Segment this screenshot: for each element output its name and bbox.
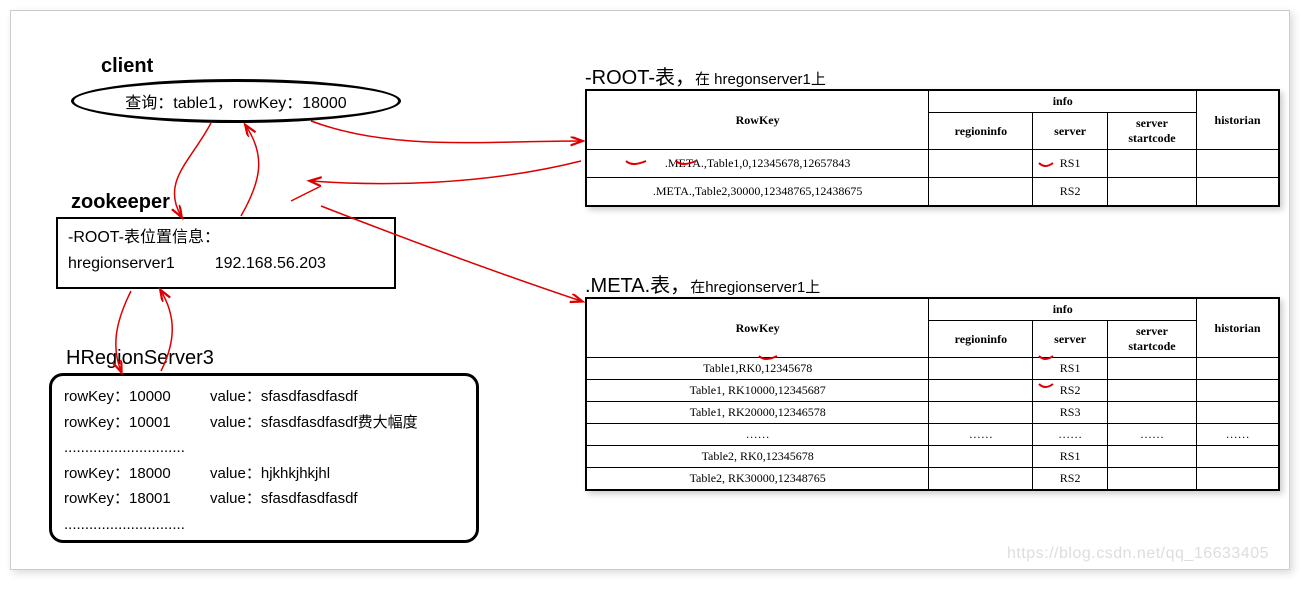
cell-regioninfo [929,402,1033,424]
cell-historian [1197,380,1279,402]
cell-rowkey: .META.,Table1,0,12345678,12657843 [587,150,929,178]
cell-startcode [1107,178,1196,206]
cell-startcode [1107,380,1196,402]
hrs-rowkey: rowKey：18001 [64,486,184,512]
hregionserver-row: rowKey：18000 value：hjkhkjhkjhl [64,461,464,487]
client-query-text: 查询：table1，rowKey：18000 [125,89,346,113]
meta-th-historian: historian [1197,299,1279,358]
meta-th-regioninfo: regioninfo [929,321,1033,358]
root-table-title: -ROOT-表，在 hregonserver1上 [585,61,826,90]
root-table: RowKey info historian regioninfo server … [585,89,1280,207]
table-row: Table2, RK30000,12348765 RS2 [587,468,1279,490]
table-row: Table1, RK10000,12345687 RS2 [587,380,1279,402]
zookeeper-box: -ROOT-表位置信息： hregionserver1 192.168.56.2… [56,217,396,289]
cell-regioninfo [929,380,1033,402]
hregionserver-row: ............................. [64,512,464,538]
cell-rowkey: Table1,RK0,12345678 [587,358,929,380]
hrs-rowkey: ............................. [64,435,185,461]
cell-startcode [1107,402,1196,424]
cell-regioninfo: …… [929,424,1033,446]
table-row: Table1, RK20000,12346578 RS3 [587,402,1279,424]
meta-table: RowKey info historian regioninfo server … [585,297,1280,491]
cell-server: RS2 [1033,178,1107,206]
root-th-server: server [1033,113,1107,150]
hregionserver-row: ............................. [64,435,464,461]
cell-regioninfo [929,446,1033,468]
hrs-rowkey: rowKey：18000 [64,461,184,487]
table-row: .META.,Table2,30000,12348765,12438675 RS2 [587,178,1279,206]
cell-historian [1197,468,1279,490]
cell-rowkey: .META.,Table2,30000,12348765,12438675 [587,178,929,206]
cell-server: …… [1033,424,1107,446]
cell-server: RS1 [1033,358,1107,380]
cell-server: RS2 [1033,380,1107,402]
meta-title-sub: 在hregionserver1上 [690,279,820,296]
meta-table-title: .META.表，在hregionserver1上 [585,269,820,298]
cell-rowkey: …… [587,424,929,446]
hrs-rowkey: ............................. [64,512,185,538]
hregionserver-row: rowKey：10000 value：sfasdfasdfasdf [64,384,464,410]
cell-server: RS1 [1033,150,1107,178]
meta-th-startcode: server startcode [1107,321,1196,358]
cell-historian [1197,178,1279,206]
table-row: Table1,RK0,12345678 RS1 [587,358,1279,380]
cell-rowkey: Table1, RK20000,12346578 [587,402,929,424]
root-th-rowkey: RowKey [587,91,929,150]
cell-historian [1197,446,1279,468]
cell-startcode [1107,468,1196,490]
hregionserver-heading: HRegionServer3 [66,347,214,370]
cell-rowkey: Table2, RK0,12345678 [587,446,929,468]
cell-startcode: …… [1107,424,1196,446]
cell-startcode [1107,358,1196,380]
root-th-startcode: server startcode [1107,113,1196,150]
zookeeper-line1: -ROOT-表位置信息： [68,225,384,251]
root-th-historian: historian [1197,91,1279,150]
diagram-canvas: client 查询：table1，rowKey：18000 zookeeper … [10,10,1290,570]
meta-th-rowkey: RowKey [587,299,929,358]
cell-server: RS2 [1033,468,1107,490]
hrs-value: value：sfasdfasdfasdf费大幅度 [210,410,418,436]
watermark: https://blog.csdn.net/qq_16633405 [1007,545,1269,563]
hregionserver-box: rowKey：10000value：sfasdfasdfasdfrowKey：1… [49,373,479,543]
cell-startcode [1107,150,1196,178]
cell-server: RS3 [1033,402,1107,424]
meta-th-info: info [929,299,1197,321]
root-title-sub: 在 hregonserver1上 [695,71,826,88]
cell-server: RS1 [1033,446,1107,468]
cell-rowkey: Table1, RK10000,12345687 [587,380,929,402]
root-title-prefix: -ROOT-表， [585,67,695,89]
client-heading: client [101,55,153,78]
client-oval: 查询：table1，rowKey：18000 [71,79,401,123]
cell-historian [1197,402,1279,424]
cell-regioninfo [929,178,1033,206]
cell-historian: …… [1197,424,1279,446]
root-th-info: info [929,91,1197,113]
meta-title-prefix: .META.表， [585,275,690,297]
hrs-value: value：sfasdfasdfasdf [210,486,358,512]
zookeeper-heading: zookeeper [71,191,170,214]
cell-regioninfo [929,150,1033,178]
cell-rowkey: Table2, RK30000,12348765 [587,468,929,490]
table-row: .META.,Table1,0,12345678,12657843 RS1 [587,150,1279,178]
zookeeper-ip: 192.168.56.203 [215,251,326,277]
table-row: Table2, RK0,12345678 RS1 [587,446,1279,468]
hrs-rowkey: rowKey：10001 [64,410,184,436]
root-th-regioninfo: regioninfo [929,113,1033,150]
cell-regioninfo [929,358,1033,380]
hrs-value: value：hjkhkjhkjhl [210,461,330,487]
zookeeper-host: hregionserver1 [68,251,175,277]
table-row: ………………………… [587,424,1279,446]
hrs-rowkey: rowKey：10000 [64,384,184,410]
cell-startcode [1107,446,1196,468]
cell-historian [1197,150,1279,178]
cell-regioninfo [929,468,1033,490]
hregionserver-row: rowKey：10001 value：sfasdfasdfasdf费大幅度 [64,410,464,436]
hregionserver-row: rowKey：18001 value：sfasdfasdfasdf [64,486,464,512]
hrs-value: value：sfasdfasdfasdf [210,384,358,410]
meta-th-server: server [1033,321,1107,358]
cell-historian [1197,358,1279,380]
